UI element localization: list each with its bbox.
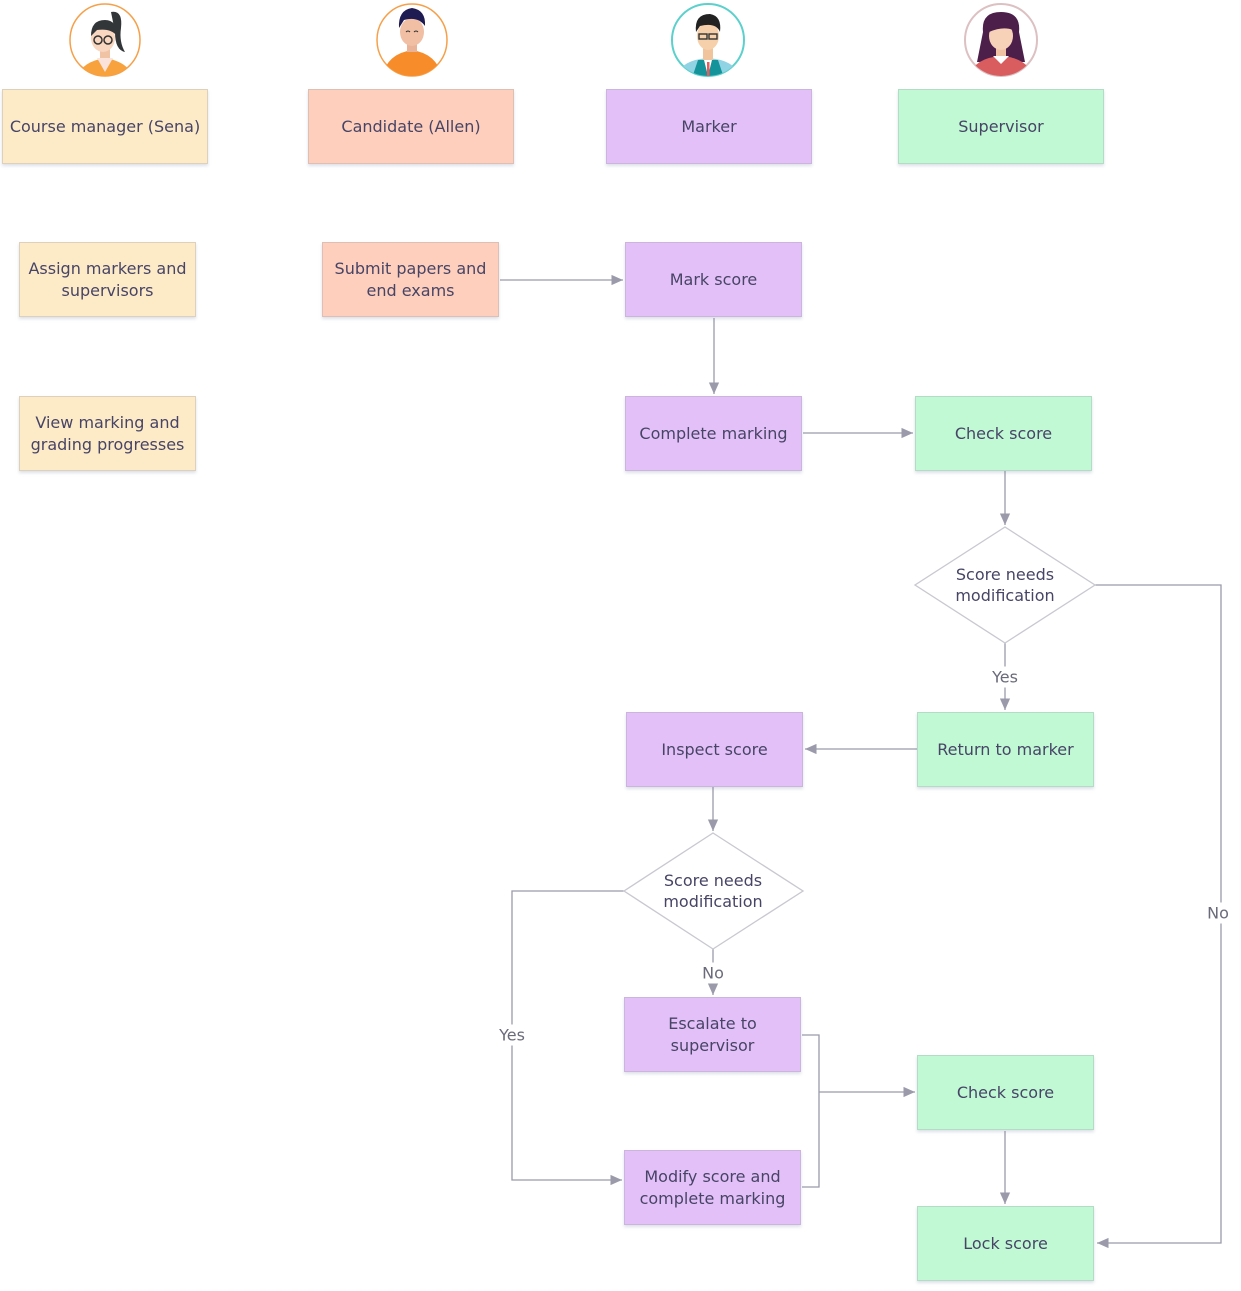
label-no-decision1: No <box>1205 902 1231 924</box>
node-modify-score: Modify score and complete marking <box>624 1150 801 1225</box>
decision1-text: Score needs modification <box>955 565 1055 605</box>
edge-escalate-modify-merge <box>802 1034 820 1188</box>
decision2-text: Score needs modification <box>663 871 763 911</box>
edge-decision2-modify <box>511 890 624 1186</box>
edge-decision1-lock <box>1095 584 1222 1249</box>
node-escalate: Escalate to supervisor <box>624 997 801 1072</box>
label-no-decision2: No <box>700 962 726 984</box>
node-check-score-1: Check score <box>915 396 1092 471</box>
node-mark-score: Mark score <box>625 242 802 317</box>
node-inspect-score: Inspect score <box>626 712 803 787</box>
node-assign: Assign markers and supervisors <box>19 242 196 317</box>
node-view-progress: View marking and grading progresses <box>19 396 196 471</box>
node-submit: Submit papers and end exams <box>322 242 499 317</box>
node-return-to-marker: Return to marker <box>917 712 1094 787</box>
node-lock-score: Lock score <box>917 1206 1094 1281</box>
node-check-score-2: Check score <box>917 1055 1094 1130</box>
label-yes-decision1: Yes <box>990 666 1020 688</box>
label-yes-decision2: Yes <box>497 1024 527 1046</box>
node-complete-marking: Complete marking <box>625 396 802 471</box>
